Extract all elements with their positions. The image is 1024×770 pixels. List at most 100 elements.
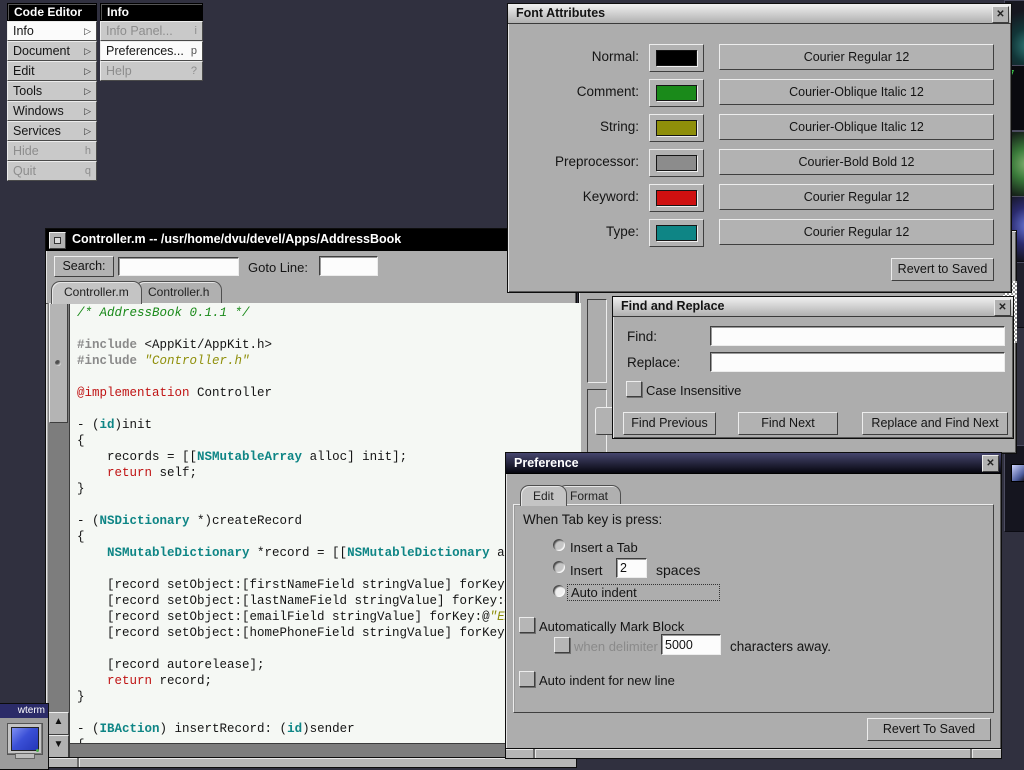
goto-line-input[interactable] [319,256,378,276]
font-attributes-titlebar[interactable]: Font Attributes ✕ [508,4,1011,24]
delimiter-checkbox[interactable] [554,637,570,653]
background-window-box [587,299,607,383]
mark-block-checkbox[interactable] [519,617,535,633]
code-line: #include <AppKit/AppKit.h> [77,337,581,353]
menu-shortcut: ? [191,63,197,80]
color-swatch-button[interactable] [649,79,704,107]
color-swatch [656,225,697,241]
font-select-button[interactable]: Courier-Bold Bold 12 [719,149,994,175]
search-input[interactable] [118,257,239,276]
vertical-scrollbar[interactable]: ▲ ▼ [48,303,70,759]
miniaturize-button[interactable] [49,232,66,249]
code-line: /* AddressBook 0.1.1 */ [77,305,581,321]
main-menu-item-hide[interactable]: Hideh [7,141,97,161]
scroll-up-button[interactable]: ▲ [48,712,69,735]
editor-toolbar: Search: Goto Line: [46,251,576,282]
insert-tab-label: Insert a Tab [570,540,638,555]
preference-titlebar[interactable]: Preference ✕ [506,453,1001,474]
editor-resize-bar[interactable] [46,757,576,767]
code-line: - (id)init [77,417,581,433]
tab-controller-m[interactable]: Controller.m [51,281,142,304]
find-previous-button[interactable]: Find Previous [623,412,716,435]
auto-indent-newline-checkbox[interactable] [519,671,535,687]
main-menu-item-services[interactable]: Services▷ [7,121,97,141]
resize-notch [77,758,79,767]
font-select-button[interactable]: Courier Regular 12 [719,44,994,70]
auto-indent-label: Auto indent [567,584,720,601]
insert-tab-radio[interactable] [553,539,565,551]
auto-indent-radio[interactable] [553,585,565,597]
close-icon[interactable]: ✕ [992,6,1009,23]
spaces-count-input[interactable] [616,558,647,578]
find-label: Find: [627,329,657,344]
main-menu-item-document[interactable]: Document▷ [7,41,97,61]
insert-spaces-radio[interactable] [553,561,565,573]
font-attr-label: String: [600,119,639,134]
menu-item-label: Hide [13,143,39,160]
color-swatch-button[interactable] [649,219,704,247]
font-select-button[interactable]: Courier-Oblique Italic 12 [719,79,994,105]
scroll-down-button[interactable]: ▼ [48,735,69,758]
case-insensitive-checkbox[interactable] [626,381,642,397]
main-menu-title[interactable]: Code Editor [7,3,97,21]
color-swatch-button[interactable] [649,44,704,72]
color-swatch [656,155,697,171]
menu-item-label: Help [106,63,132,80]
editor-tabbar: Controller.m Controller.h [46,281,576,304]
font-attr-label: Keyword: [583,189,639,204]
replace-label: Replace: [627,355,680,370]
close-icon[interactable]: ✕ [994,299,1011,316]
delimiter-count-input[interactable] [661,634,721,655]
color-swatch-button[interactable] [649,184,704,212]
color-swatch [656,50,697,66]
menu-shortcut: i [195,23,197,40]
find-input[interactable] [710,326,1005,346]
vertical-scrollbar-knob[interactable] [49,303,68,423]
info-submenu-item-preferences[interactable]: Preferences...p [100,41,203,61]
revert-to-saved-button[interactable]: Revert to Saved [891,258,994,281]
font-select-button[interactable]: Courier Regular 12 [719,219,994,245]
find-replace-panel: Find and Replace ✕ Find: Replace: Case I… [612,296,1014,439]
main-menu-item-tools[interactable]: Tools▷ [7,81,97,101]
find-next-button[interactable]: Find Next [738,412,838,435]
dock-tile-files[interactable] [1004,445,1024,532]
font-select-button[interactable]: Courier-Oblique Italic 12 [719,114,994,140]
menu-shortcut: q [85,163,91,180]
submenu-arrow-icon: ▷ [84,63,91,80]
info-submenu-item-help[interactable]: Help? [100,61,203,81]
miniaturize-glyph [54,237,61,244]
main-menu-item-quit[interactable]: Quitq [7,161,97,181]
wterm-label: wterm [0,704,48,718]
editor-titlebar[interactable]: Controller.m -- /usr/home/dvu/devel/Apps… [46,229,576,251]
main-menu-item-windows[interactable]: Windows▷ [7,101,97,121]
code-line [77,401,581,417]
color-swatch [656,85,697,101]
main-menu-item-edit[interactable]: Edit▷ [7,61,97,81]
font-select-button[interactable]: Courier Regular 12 [719,184,994,210]
wterm-app-icon[interactable]: wterm [0,703,49,770]
case-insensitive-label: Case Insensitive [646,383,741,398]
preference-title: Preference [514,456,579,470]
tab-key-heading: When Tab key is press: [523,512,662,527]
info-submenu-title[interactable]: Info [100,3,203,21]
preference-resize-bar[interactable] [506,748,1001,758]
revert-to-saved-button[interactable]: Revert To Saved [867,718,991,741]
submenu-arrow-icon: ▷ [84,83,91,100]
goto-line-label: Goto Line: [248,260,308,275]
font-attr-label: Type: [606,224,639,239]
replace-and-find-next-button[interactable]: Replace and Find Next [862,412,1008,435]
close-icon[interactable]: ✕ [982,455,999,472]
replace-input[interactable] [710,352,1005,372]
find-replace-titlebar[interactable]: Find and Replace ✕ [613,297,1013,317]
color-swatch-button[interactable] [649,114,704,142]
color-swatch-button[interactable] [649,149,704,177]
menu-item-label: Preferences... [106,43,184,60]
main-menu-item-info[interactable]: Info▷ [7,21,97,41]
resize-notch [970,749,972,758]
search-button[interactable]: Search: [54,256,114,277]
tab-controller-h[interactable]: Controller.h [135,281,222,303]
code-line: @implementation Controller [77,385,581,401]
font-attr-row: Keyword: Courier Regular 12 [508,184,1009,210]
tab-edit[interactable]: Edit [520,485,567,506]
info-submenu-item-info-panel[interactable]: Info Panel...i [100,21,203,41]
